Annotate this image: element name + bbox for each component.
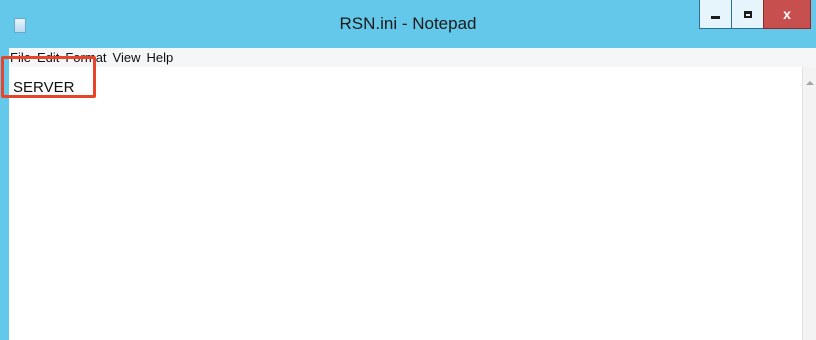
- window-title: RSN.ini - Notepad: [339, 14, 477, 33]
- title-bar[interactable]: RSN.ini - Notepad x: [0, 0, 816, 48]
- maximize-icon: [743, 10, 752, 18]
- maximize-button[interactable]: [731, 0, 764, 29]
- caption-buttons: x: [699, 0, 811, 29]
- chevron-up-icon[interactable]: [806, 81, 814, 85]
- menu-view[interactable]: View: [110, 50, 144, 65]
- notepad-window: RSN.ini - Notepad x File Edit Format Vie…: [0, 0, 816, 340]
- vertical-scrollbar[interactable]: [802, 67, 816, 340]
- close-icon: x: [783, 6, 791, 22]
- text-editor-area[interactable]: SERVER: [9, 67, 802, 340]
- menu-bar: File Edit Format View Help: [9, 48, 816, 67]
- minimize-icon: [711, 16, 720, 19]
- highlight-annotation: [1, 56, 96, 98]
- minimize-button[interactable]: [699, 0, 732, 29]
- close-button[interactable]: x: [763, 0, 811, 29]
- menu-help[interactable]: Help: [143, 50, 176, 65]
